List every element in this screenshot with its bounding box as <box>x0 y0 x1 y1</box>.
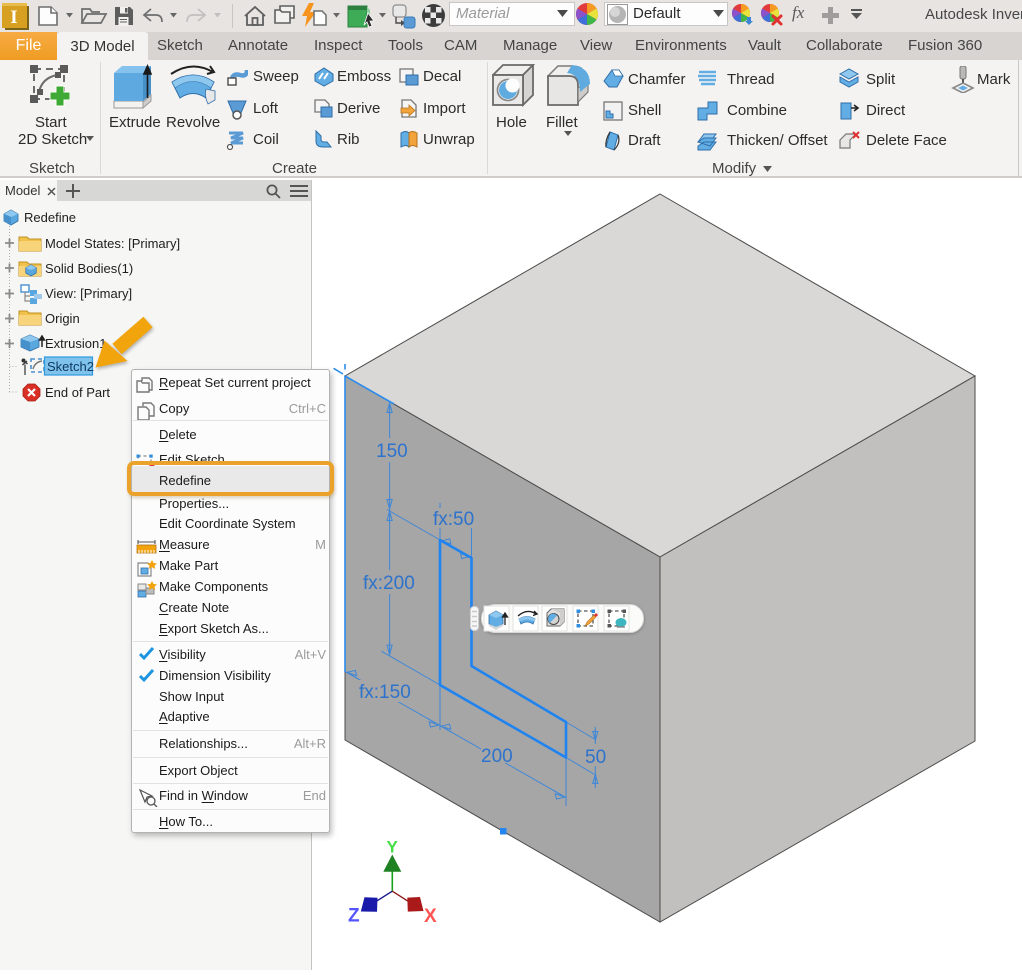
svg-text:Y: Y <box>387 838 399 857</box>
svg-text:X: X <box>424 906 437 927</box>
svg-text:Solid Bodies(1): Solid Bodies(1) <box>45 261 133 276</box>
svg-text:Model States: [Primary]: Model States: [Primary] <box>45 236 180 251</box>
svg-text:Z: Z <box>348 906 360 927</box>
svg-text:fx:150: fx:150 <box>359 682 411 703</box>
svg-text:150: 150 <box>376 441 408 462</box>
svg-text:fx:200: fx:200 <box>363 573 415 594</box>
svg-text:fx:50: fx:50 <box>433 509 474 530</box>
svg-text:Origin: Origin <box>45 311 80 326</box>
svg-text:I: I <box>10 7 17 28</box>
svg-text:End of Part: End of Part <box>45 385 110 400</box>
svg-text:200: 200 <box>481 746 513 767</box>
svg-text:View: [Primary]: View: [Primary] <box>45 286 132 301</box>
svg-text:Redefine: Redefine <box>24 210 76 225</box>
svg-text:50: 50 <box>585 747 606 768</box>
svg-text:Sketch2: Sketch2 <box>47 359 94 374</box>
